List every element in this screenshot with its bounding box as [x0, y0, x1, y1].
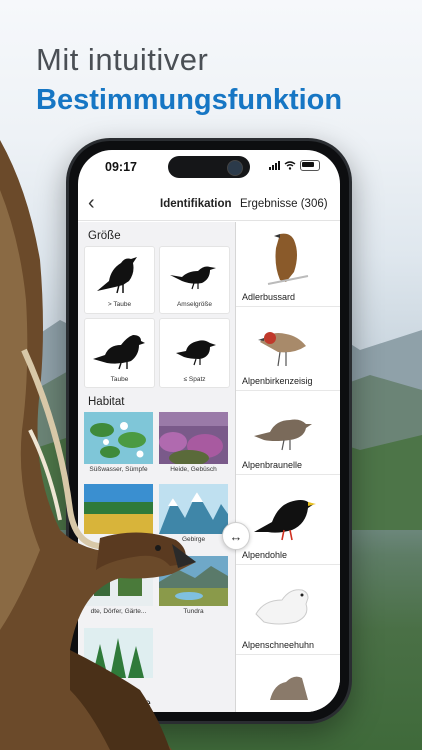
- bird-image: [255, 589, 309, 625]
- bird-image: [258, 332, 306, 367]
- bird-image: [254, 500, 316, 541]
- bird-image: [254, 419, 312, 451]
- battery-icon: [300, 160, 320, 171]
- bird-image: [270, 676, 308, 700]
- promo-line-1: Mit intuitiver: [36, 42, 209, 77]
- signal-icon: [269, 161, 280, 170]
- promo-headline: Mit intuitiver Bestimmungsfunktion: [36, 42, 342, 118]
- bird-image: [267, 233, 309, 285]
- promo-line-2: Bestimmungsfunktion: [36, 84, 343, 116]
- wifi-icon: [284, 161, 296, 170]
- eagle-photo: [0, 140, 196, 750]
